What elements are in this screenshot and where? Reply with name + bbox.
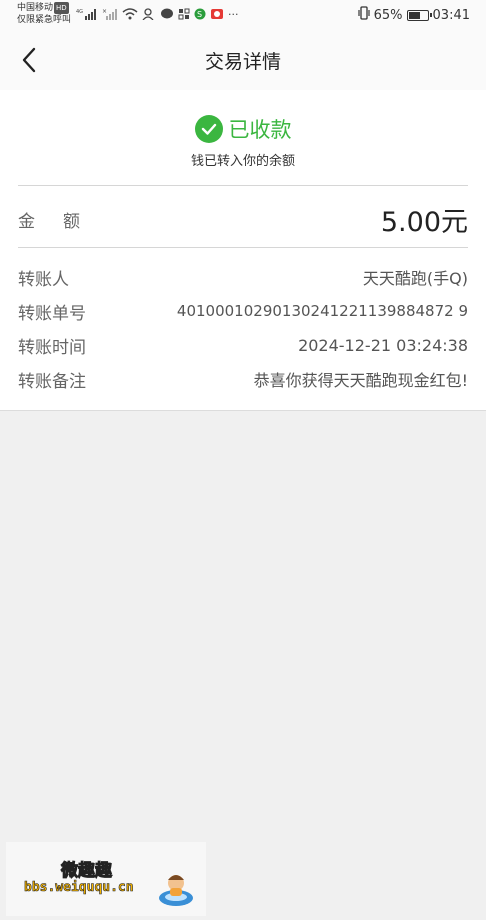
status-right: 65% 03:41 xyxy=(358,6,470,24)
detail-row-order-number: 转账单号 40100010290130241221139884872 9 xyxy=(18,298,468,324)
red-app-icon xyxy=(210,7,224,21)
user-icon xyxy=(142,7,156,21)
detail-value: 天天酷跑(手Q) xyxy=(362,269,468,288)
app-icon xyxy=(178,7,190,21)
status-bar: 中国移动 HD 仅限紧急呼叫 4G × S ··· 65% 03:41 xyxy=(0,0,486,30)
chat-bubble-icon xyxy=(160,7,174,21)
back-arrow-icon xyxy=(22,47,36,73)
detail-value: 2024-12-21 03:24:38 xyxy=(298,335,468,355)
svg-text:S: S xyxy=(197,10,202,19)
back-button[interactable] xyxy=(14,44,44,76)
divider xyxy=(18,247,468,248)
watermark-url: bbs.weiququ.cn xyxy=(24,880,134,896)
clock: 03:41 xyxy=(432,7,470,23)
amount-label: 金额 xyxy=(18,211,108,232)
amount-row: 金额 5.00元 xyxy=(18,194,468,244)
signal-none-icon: × xyxy=(102,7,118,21)
overflow-icon: ··· xyxy=(228,7,239,21)
status-row: 已收款 xyxy=(0,114,486,144)
amount-value: 5.00元 xyxy=(380,206,468,238)
battery-icon xyxy=(406,9,432,21)
hd-badge: HD xyxy=(54,2,69,14)
detail-value[interactable]: 40100010290130241221139884872 9 xyxy=(177,302,468,320)
detail-row-sender: 转账人 天天酷跑(手Q) xyxy=(18,264,468,290)
watermark-title: 微趣趣 xyxy=(61,861,113,882)
notification-icons: 4G × S ··· xyxy=(76,6,239,22)
status-text: 已收款 xyxy=(228,118,292,142)
battery-fill xyxy=(408,11,420,19)
detail-label: 转账人 xyxy=(18,269,69,290)
carrier-info: 中国移动 HD 仅限紧急呼叫 xyxy=(17,2,71,26)
watermark: 微趣趣 bbs.weiququ.cn xyxy=(6,842,206,916)
detail-row-time: 转账时间 2024-12-21 03:24:38 xyxy=(18,332,468,358)
transaction-card: 已收款 钱已转入你的余额 金额 5.00元 转账人 天天酷跑(手Q) 转账单号 … xyxy=(0,90,486,411)
page-title: 交易详情 xyxy=(204,50,281,73)
emergency-only-text: 仅限紧急呼叫 xyxy=(17,15,72,25)
carrier-name: 中国移动 xyxy=(17,3,54,13)
signal-4g-icon: 4G xyxy=(76,7,98,21)
detail-row-remark: 转账备注 恭喜你获得天天酷跑现金红包! xyxy=(18,366,468,392)
wifi-icon xyxy=(122,7,138,21)
detail-label: 转账单号 xyxy=(18,303,86,324)
battery-percent: 65% xyxy=(373,7,403,23)
detail-label: 转账备注 xyxy=(18,371,86,392)
detail-value: 恭喜你获得天天酷跑现金红包! xyxy=(253,371,468,390)
check-circle-icon xyxy=(194,115,223,143)
vibrate-icon xyxy=(358,6,370,24)
divider xyxy=(18,185,468,186)
mascot-icon xyxy=(159,875,193,906)
nav-header: 交易详情 xyxy=(0,30,486,90)
svg-text:4G: 4G xyxy=(76,9,83,15)
green-app-icon: S xyxy=(194,7,206,21)
status-subtext: 钱已转入你的余额 xyxy=(190,154,295,169)
detail-label: 转账时间 xyxy=(18,337,86,358)
svg-text:×: × xyxy=(102,8,107,15)
